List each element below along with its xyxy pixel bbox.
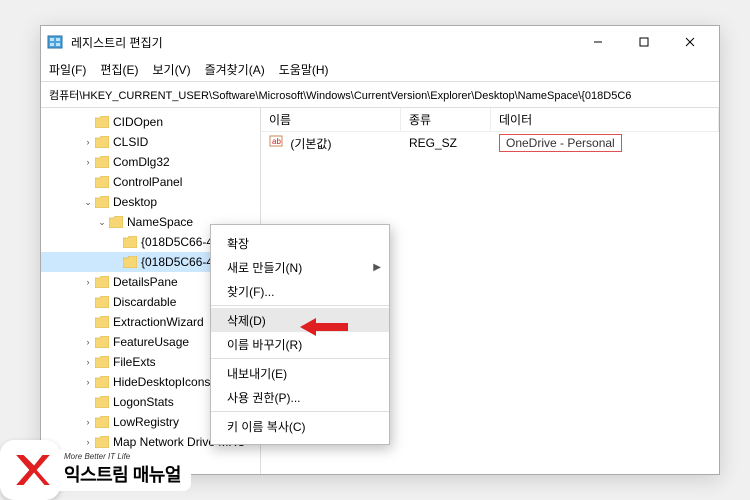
- tree-item-label: FeatureUsage: [113, 335, 189, 349]
- tree-item-label: LogonStats: [113, 395, 174, 409]
- value-data-highlight: OneDrive - Personal: [499, 134, 622, 152]
- annotation-arrow-icon: [300, 316, 348, 343]
- list-header: 이름 종류 데이터: [261, 108, 719, 132]
- menubar: 파일(F) 편집(E) 보기(V) 즐겨찾기(A) 도움말(H): [41, 58, 719, 82]
- tree-item-label: CLSID: [113, 135, 148, 149]
- folder-icon: [95, 296, 109, 308]
- tree-item[interactable]: ⌄ Desktop: [41, 192, 260, 212]
- col-header-type[interactable]: 종류: [401, 108, 491, 131]
- tree-item-label: ComDlg32: [113, 155, 170, 169]
- folder-icon: [95, 396, 109, 408]
- folder-icon: [123, 236, 137, 248]
- tree-item[interactable]: CIDOpen: [41, 112, 260, 132]
- tree-item-label: NameSpace: [127, 215, 193, 229]
- tree-twisty-icon[interactable]: ›: [83, 377, 93, 387]
- menu-item-find[interactable]: 찾기(F)...: [211, 279, 389, 303]
- folder-icon: [95, 156, 109, 168]
- window-title: 레지스트리 편집기: [71, 34, 575, 51]
- folder-icon: [95, 416, 109, 428]
- folder-icon: [95, 136, 109, 148]
- tree-twisty-icon[interactable]: ⌄: [97, 217, 107, 228]
- tree-twisty-icon[interactable]: ›: [83, 417, 93, 427]
- folder-icon: [95, 316, 109, 328]
- window-controls: [575, 26, 713, 58]
- logo-brand: 익스트림 매뉴얼: [64, 461, 181, 487]
- address-bar[interactable]: 컴퓨터\HKEY_CURRENT_USER\Software\Microsoft…: [41, 82, 719, 108]
- value-name-cell: ab (기본값): [261, 134, 401, 152]
- menu-item-expand[interactable]: 확장: [211, 231, 389, 255]
- tree-item[interactable]: ControlPanel: [41, 172, 260, 192]
- tree-twisty-icon[interactable]: ›: [83, 137, 93, 147]
- close-button[interactable]: [667, 26, 713, 58]
- tree-twisty-icon[interactable]: ›: [83, 337, 93, 347]
- value-type: REG_SZ: [401, 136, 491, 150]
- tree-item-label: CIDOpen: [113, 115, 163, 129]
- menu-favorites[interactable]: 즐겨찾기(A): [205, 61, 265, 78]
- folder-icon: [109, 216, 123, 228]
- value-name: (기본값): [290, 137, 331, 151]
- folder-icon: [95, 356, 109, 368]
- string-value-icon: ab: [269, 134, 283, 148]
- folder-icon: [95, 196, 109, 208]
- tree-item-label: Discardable: [113, 295, 176, 309]
- tree-item[interactable]: › CLSID: [41, 132, 260, 152]
- watermark-logo: More Better IT Life 익스트림 매뉴얼: [0, 440, 191, 500]
- folder-icon: [95, 276, 109, 288]
- tree-item-label: LowRegistry: [113, 415, 179, 429]
- tree-item-label: HideDesktopIcons: [113, 375, 210, 389]
- tree-item-label: FileExts: [113, 355, 156, 369]
- menu-item-permissions[interactable]: 사용 권한(P)...: [211, 385, 389, 409]
- folder-icon: [95, 336, 109, 348]
- svg-text:ab: ab: [272, 137, 281, 146]
- tree-twisty-icon[interactable]: ›: [83, 157, 93, 167]
- value-data-cell: OneDrive - Personal: [491, 136, 719, 150]
- col-header-data[interactable]: 데이터: [491, 108, 719, 131]
- tree-item-label: ExtractionWizard: [113, 315, 204, 329]
- logo-text: More Better IT Life 익스트림 매뉴얼: [54, 450, 191, 491]
- tree-item-label: ControlPanel: [113, 175, 182, 189]
- menu-item-copy-key[interactable]: 키 이름 복사(C): [211, 414, 389, 438]
- tree-item-label: Desktop: [113, 195, 157, 209]
- address-text: 컴퓨터\HKEY_CURRENT_USER\Software\Microsoft…: [49, 87, 631, 103]
- menu-edit[interactable]: 편집(E): [100, 61, 138, 78]
- menu-view[interactable]: 보기(V): [152, 61, 190, 78]
- logo-badge-icon: [0, 440, 60, 500]
- submenu-arrow-icon: ▶: [373, 262, 381, 273]
- col-header-name[interactable]: 이름: [261, 108, 401, 131]
- folder-icon: [123, 256, 137, 268]
- tree-twisty-icon[interactable]: ›: [83, 277, 93, 287]
- menu-help[interactable]: 도움말(H): [279, 61, 329, 78]
- menu-file[interactable]: 파일(F): [49, 61, 86, 78]
- list-row[interactable]: ab (기본값) REG_SZ OneDrive - Personal: [261, 132, 719, 154]
- menu-item-new[interactable]: 새로 만들기(N)▶: [211, 255, 389, 279]
- tree-item-label: DetailsPane: [113, 275, 178, 289]
- tree-item[interactable]: › ComDlg32: [41, 152, 260, 172]
- tree-twisty-icon[interactable]: ⌄: [83, 197, 93, 208]
- menu-item-export[interactable]: 내보내기(E): [211, 361, 389, 385]
- folder-icon: [95, 176, 109, 188]
- minimize-button[interactable]: [575, 26, 621, 58]
- maximize-button[interactable]: [621, 26, 667, 58]
- logo-tagline: More Better IT Life: [64, 452, 181, 461]
- folder-icon: [95, 376, 109, 388]
- regedit-icon: [47, 34, 63, 50]
- tree-twisty-icon[interactable]: ›: [83, 357, 93, 367]
- folder-icon: [95, 116, 109, 128]
- titlebar: 레지스트리 편집기: [41, 26, 719, 58]
